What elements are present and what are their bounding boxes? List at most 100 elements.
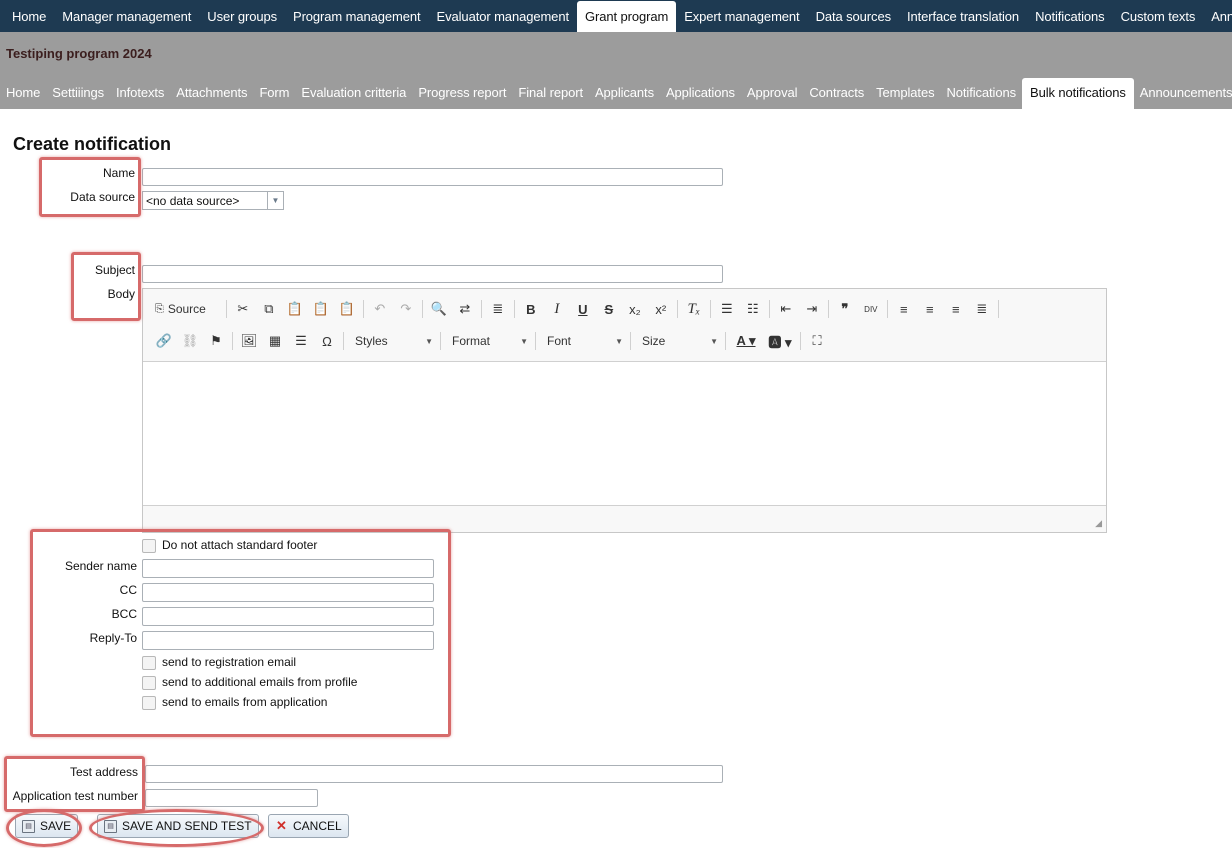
send-application-emails-checkbox[interactable] bbox=[142, 696, 156, 710]
top-nav-expert-management[interactable]: Expert management bbox=[676, 0, 807, 32]
resize-handle-icon[interactable]: ◢ bbox=[1095, 518, 1102, 529]
tab-home[interactable]: Home bbox=[0, 85, 46, 109]
blockquote-icon[interactable]: ❞ bbox=[832, 298, 858, 320]
body-edit-area[interactable] bbox=[143, 361, 1106, 506]
do-not-attach-footer-checkbox[interactable] bbox=[142, 539, 156, 553]
tab-evaluation-criteria[interactable]: Evaluation critteria bbox=[295, 85, 412, 109]
remove-format-icon[interactable]: ≣ bbox=[485, 298, 511, 320]
decrease-indent-icon[interactable]: ⇤ bbox=[773, 298, 799, 320]
copy-icon[interactable]: ⧉ bbox=[256, 298, 282, 320]
tab-contracts[interactable]: Contracts bbox=[803, 85, 870, 109]
toolbar-separator bbox=[997, 300, 999, 318]
styles-label: Styles bbox=[355, 334, 388, 348]
save-button[interactable]: ▤ SAVE bbox=[15, 814, 79, 838]
send-additional-emails-checkbox[interactable] bbox=[142, 676, 156, 690]
link-icon[interactable]: 🔗 bbox=[151, 330, 177, 352]
find-icon[interactable]: 🔍 bbox=[426, 298, 452, 320]
bold-icon[interactable]: B bbox=[518, 298, 544, 320]
background-color-icon[interactable]: 🅰 ▾ bbox=[763, 330, 797, 352]
tab-progress-report[interactable]: Progress report bbox=[412, 85, 512, 109]
underline-icon[interactable]: U bbox=[570, 298, 596, 320]
top-navigation: Home Manager management User groups Prog… bbox=[0, 0, 1232, 32]
font-label: Font bbox=[547, 334, 572, 348]
align-left-icon[interactable]: ≡ bbox=[891, 298, 917, 320]
application-test-number-input[interactable] bbox=[145, 789, 318, 807]
undo-icon[interactable]: ↶ bbox=[367, 298, 393, 320]
source-label: Source bbox=[167, 302, 206, 316]
cut-icon[interactable]: ✂ bbox=[230, 298, 256, 320]
bulleted-list-icon[interactable]: ☷ bbox=[740, 298, 766, 320]
redo-icon[interactable]: ↷ bbox=[393, 298, 419, 320]
toolbar-separator bbox=[225, 300, 227, 318]
numbered-list-icon[interactable]: ☰ bbox=[714, 298, 740, 320]
cancel-button[interactable]: ✕ CANCEL bbox=[268, 814, 349, 838]
tab-final-report[interactable]: Final report bbox=[512, 85, 589, 109]
paste-text-icon[interactable]: 📋 bbox=[308, 298, 334, 320]
tab-form[interactable]: Form bbox=[253, 85, 295, 109]
subject-label: Subject bbox=[94, 263, 135, 277]
toolbar-separator bbox=[827, 300, 829, 318]
align-right-icon[interactable]: ≡ bbox=[943, 298, 969, 320]
tab-settings[interactable]: Settiiings bbox=[46, 85, 110, 109]
bcc-input[interactable] bbox=[142, 607, 434, 626]
paste-word-icon[interactable]: 📋 bbox=[334, 298, 360, 320]
tab-infotexts[interactable]: Infotexts bbox=[110, 85, 170, 109]
special-character-icon[interactable]: Ω bbox=[314, 330, 340, 352]
top-nav-manager-management[interactable]: Manager management bbox=[54, 0, 199, 32]
text-color-icon[interactable]: A ▾ bbox=[729, 330, 763, 352]
data-source-select[interactable]: <no data source> ▼ bbox=[142, 191, 284, 210]
tab-announcements[interactable]: Announcements bbox=[1134, 85, 1232, 109]
subscript-icon[interactable]: x₂ bbox=[622, 298, 648, 320]
top-nav-program-management[interactable]: Program management bbox=[285, 0, 429, 32]
clear-formatting-icon[interactable]: Tₓ bbox=[681, 298, 707, 320]
anchor-flag-icon[interactable]: ⚑ bbox=[203, 330, 229, 352]
tab-applications[interactable]: Applications bbox=[660, 85, 741, 109]
italic-icon[interactable]: I bbox=[544, 298, 570, 320]
top-nav-grant-program[interactable]: Grant program bbox=[576, 1, 677, 32]
body-label: Body bbox=[107, 287, 135, 301]
top-nav-data-sources[interactable]: Data sources bbox=[808, 0, 899, 32]
unlink-icon[interactable]: ⛓ bbox=[177, 330, 203, 352]
tab-templates[interactable]: Templates bbox=[870, 85, 940, 109]
top-nav-evaluator-management[interactable]: Evaluator management bbox=[429, 0, 577, 32]
maximize-icon[interactable]: ⛶ bbox=[804, 330, 830, 352]
reply-to-input[interactable] bbox=[142, 631, 434, 650]
align-justify-icon[interactable]: ≣ bbox=[969, 298, 995, 320]
top-nav-user-groups[interactable]: User groups bbox=[199, 0, 285, 32]
replace-icon[interactable]: ⇄ bbox=[452, 298, 478, 320]
tab-attachments[interactable]: Attachments bbox=[170, 85, 253, 109]
cc-input[interactable] bbox=[142, 583, 434, 602]
top-nav-custom-texts[interactable]: Custom texts bbox=[1113, 0, 1204, 32]
div-container-icon[interactable]: DIV bbox=[858, 298, 884, 320]
strikethrough-icon[interactable]: S bbox=[596, 298, 622, 320]
sender-name-input[interactable] bbox=[142, 559, 434, 578]
send-registration-email-checkbox[interactable] bbox=[142, 656, 156, 670]
test-address-input[interactable] bbox=[145, 765, 723, 783]
format-dropdown[interactable]: Format ▼ bbox=[444, 330, 532, 352]
paste-icon[interactable]: 📋 bbox=[282, 298, 308, 320]
do-not-attach-footer-label: Do not attach standard footer bbox=[162, 538, 318, 552]
increase-indent-icon[interactable]: ⇥ bbox=[799, 298, 825, 320]
toolbar-separator bbox=[440, 332, 441, 350]
save-and-send-test-button[interactable]: ▤ SAVE AND SEND TEST bbox=[97, 814, 259, 838]
image-icon[interactable]: 🖼 bbox=[236, 330, 262, 352]
align-center-icon[interactable]: ≡ bbox=[917, 298, 943, 320]
tab-applicants[interactable]: Applicants bbox=[589, 85, 660, 109]
subject-input[interactable] bbox=[142, 265, 723, 283]
styles-dropdown[interactable]: Styles ▼ bbox=[347, 330, 437, 352]
top-nav-announcements[interactable]: Announcements bbox=[1203, 0, 1232, 32]
horizontal-line-icon[interactable]: ☰ bbox=[288, 330, 314, 352]
font-dropdown[interactable]: Font ▼ bbox=[539, 330, 627, 352]
top-nav-home[interactable]: Home bbox=[0, 0, 54, 32]
tab-approval[interactable]: Approval bbox=[741, 85, 804, 109]
superscript-icon[interactable]: x² bbox=[648, 298, 674, 320]
top-nav-interface-translation[interactable]: Interface translation bbox=[899, 0, 1027, 32]
size-dropdown[interactable]: Size ▼ bbox=[634, 330, 722, 352]
save-and-send-test-label: SAVE AND SEND TEST bbox=[122, 819, 252, 833]
top-nav-notifications[interactable]: Notifications bbox=[1027, 0, 1113, 32]
source-button[interactable]: ⎘ Source bbox=[151, 298, 212, 320]
tab-bulk-notifications[interactable]: Bulk notifications bbox=[1022, 78, 1134, 109]
tab-notifications[interactable]: Notifications bbox=[940, 85, 1022, 109]
table-icon[interactable]: ▦ bbox=[262, 330, 288, 352]
name-input[interactable] bbox=[142, 168, 723, 186]
